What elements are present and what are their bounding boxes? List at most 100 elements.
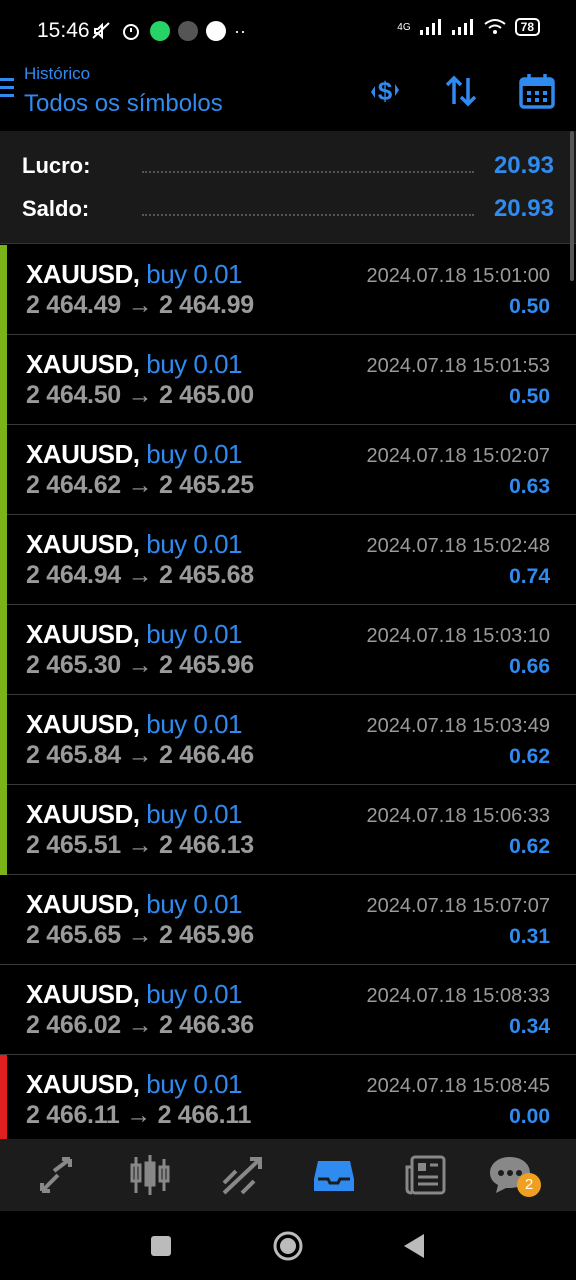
close-price: 2 465.96 <box>158 651 254 679</box>
balance-row: Saldo: 20.93 <box>22 192 554 226</box>
trade-profit: 0.74 <box>509 565 550 588</box>
trade-list: XAUUSD, buy 0.01 2 464.49 → 2 464.99 202… <box>0 245 576 1145</box>
trade-icon[interactable] <box>220 1153 264 1197</box>
mute-icon <box>92 22 110 40</box>
status-notification-icons: ·· <box>90 20 246 42</box>
open-price: 2 466.02 <box>26 1011 121 1039</box>
chart-icon[interactable] <box>128 1153 172 1197</box>
trade-time: 2024.07.18 15:06:33 <box>366 805 550 827</box>
trade-side: buy 0.01 <box>146 349 242 379</box>
currency-filter-icon[interactable]: $ <box>366 72 404 110</box>
trade-symbol: XAUUSD, buy 0.01 <box>26 529 242 560</box>
trade-time: 2024.07.18 15:02:48 <box>366 535 550 557</box>
summary-panel: Lucro: 20.93 Saldo: 20.93 <box>0 131 576 244</box>
symbol-name: XAUUSD, <box>26 439 140 469</box>
trade-profit: 0.50 <box>509 385 550 408</box>
profit-value: 20.93 <box>493 152 554 179</box>
history-icon[interactable] <box>312 1153 356 1197</box>
symbol-name: XAUUSD, <box>26 619 140 649</box>
arrow-icon: → <box>126 1101 151 1129</box>
symbol-name: XAUUSD, <box>26 259 140 289</box>
svg-text:$: $ <box>378 76 393 106</box>
trade-row[interactable]: XAUUSD, buy 0.01 2 464.49 → 2 464.99 202… <box>0 245 576 335</box>
arrow-icon: → <box>127 921 153 949</box>
trade-row[interactable]: XAUUSD, buy 0.01 2 465.65 → 2 465.96 202… <box>0 875 576 965</box>
arrow-icon: → <box>127 831 153 859</box>
close-price: 2 464.99 <box>158 291 254 319</box>
open-price: 2 466.11 <box>26 1101 120 1129</box>
sort-icon[interactable] <box>442 72 480 110</box>
trade-profit: 0.00 <box>509 1105 550 1128</box>
signal-icon-2 <box>451 19 473 35</box>
close-price: 2 466.36 <box>158 1011 254 1039</box>
symbol-name: XAUUSD, <box>26 979 140 1009</box>
trade-profit: 0.63 <box>509 475 550 498</box>
result-indicator <box>0 965 7 1055</box>
arrow-icon: → <box>127 651 153 679</box>
trade-prices: 2 464.94 → 2 465.68 <box>26 561 254 590</box>
open-price: 2 465.65 <box>26 921 121 949</box>
recents-icon[interactable] <box>150 1235 172 1257</box>
trade-prices: 2 465.30 → 2 465.96 <box>26 651 254 680</box>
trade-row[interactable]: XAUUSD, buy 0.01 2 466.02 → 2 466.36 202… <box>0 965 576 1055</box>
network-type: 4G <box>397 21 411 33</box>
close-price: 2 465.00 <box>158 381 254 409</box>
symbol-name: XAUUSD, <box>26 1069 140 1099</box>
dotted-leader <box>142 214 474 216</box>
trade-time: 2024.07.18 15:03:10 <box>366 625 550 647</box>
trade-side: buy 0.01 <box>146 979 242 1009</box>
trade-prices: 2 465.65 → 2 465.96 <box>26 921 254 950</box>
trade-symbol: XAUUSD, buy 0.01 <box>26 799 242 830</box>
balance-value: 20.93 <box>493 195 554 222</box>
trade-time: 2024.07.18 15:01:00 <box>366 265 550 287</box>
trade-row[interactable]: XAUUSD, buy 0.01 2 466.11 → 2 466.11 202… <box>0 1055 576 1145</box>
trade-side: buy 0.01 <box>146 799 242 829</box>
open-price: 2 464.94 <box>26 561 121 589</box>
profit-row: Lucro: 20.93 <box>22 149 554 183</box>
home-icon[interactable] <box>272 1230 304 1262</box>
arrow-icon: → <box>127 561 153 589</box>
open-price: 2 464.50 <box>26 381 121 409</box>
result-indicator <box>0 245 7 335</box>
menu-icon[interactable] <box>0 78 16 102</box>
system-navigation <box>0 1211 576 1280</box>
close-price: 2 466.11 <box>157 1101 252 1129</box>
symbol-selector[interactable]: Todos os símbolos <box>24 90 223 118</box>
symbol-name: XAUUSD, <box>26 799 140 829</box>
back-icon[interactable] <box>402 1233 426 1259</box>
trade-symbol: XAUUSD, buy 0.01 <box>26 709 242 740</box>
trade-time: 2024.07.18 15:07:07 <box>366 895 550 917</box>
result-indicator <box>0 515 7 605</box>
quotes-icon[interactable] <box>36 1153 80 1197</box>
trade-row[interactable]: XAUUSD, buy 0.01 2 465.51 → 2 466.13 202… <box>0 785 576 875</box>
open-price: 2 465.84 <box>26 741 121 769</box>
trade-side: buy 0.01 <box>146 439 242 469</box>
arrow-icon: → <box>127 741 153 769</box>
open-price: 2 464.62 <box>26 471 121 499</box>
trade-profit: 0.62 <box>509 745 550 768</box>
close-price: 2 465.68 <box>158 561 254 589</box>
signal-icon <box>419 19 441 35</box>
trade-profit: 0.31 <box>509 925 550 948</box>
trade-row[interactable]: XAUUSD, buy 0.01 2 464.50 → 2 465.00 202… <box>0 335 576 425</box>
trade-symbol: XAUUSD, buy 0.01 <box>26 979 242 1010</box>
status-time: 15:46 <box>37 19 90 42</box>
result-indicator <box>0 335 7 425</box>
trade-symbol: XAUUSD, buy 0.01 <box>26 439 242 470</box>
trade-profit: 0.62 <box>509 835 550 858</box>
trade-row[interactable]: XAUUSD, buy 0.01 2 465.30 → 2 465.96 202… <box>0 605 576 695</box>
trade-row[interactable]: XAUUSD, buy 0.01 2 465.84 → 2 466.46 202… <box>0 695 576 785</box>
result-indicator <box>0 425 7 515</box>
trade-row[interactable]: XAUUSD, buy 0.01 2 464.94 → 2 465.68 202… <box>0 515 576 605</box>
symbol-name: XAUUSD, <box>26 709 140 739</box>
more-icon: ·· <box>234 20 246 41</box>
trade-side: buy 0.01 <box>146 619 242 649</box>
trade-row[interactable]: XAUUSD, buy 0.01 2 464.62 → 2 465.25 202… <box>0 425 576 515</box>
symbol-name: XAUUSD, <box>26 349 140 379</box>
open-price: 2 465.30 <box>26 651 121 679</box>
trade-prices: 2 464.62 → 2 465.25 <box>26 471 254 500</box>
wifi-icon <box>484 19 506 34</box>
calendar-icon[interactable] <box>518 72 556 110</box>
trade-time: 2024.07.18 15:03:49 <box>366 715 550 737</box>
news-icon[interactable] <box>404 1153 448 1197</box>
